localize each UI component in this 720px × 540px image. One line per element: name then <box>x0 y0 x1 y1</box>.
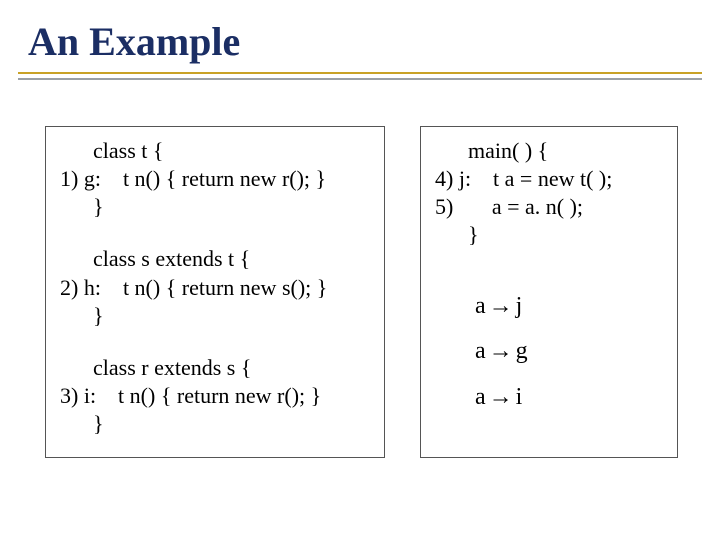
code-line: class s extends t { <box>60 246 250 271</box>
code-line: main( ) { <box>435 138 548 163</box>
main-block: main( ) { 4) j: t a = new t( ); 5) a = a… <box>435 137 663 250</box>
code-line: 5) a = a. n( ); <box>435 194 583 219</box>
slide: An Example class t { 1) g: t n() { retur… <box>0 0 720 540</box>
arrow-row: a→i <box>475 375 663 421</box>
arrow-rhs: j <box>516 293 523 319</box>
arrow-icon: → <box>486 329 516 375</box>
code-line: class r extends s { <box>60 355 251 380</box>
code-line: 4) j: t a = new t( ); <box>435 166 612 191</box>
code-line: } <box>435 222 479 247</box>
left-code-box: class t { 1) g: t n() { return new r(); … <box>45 126 385 458</box>
right-code-box: main( ) { 4) j: t a = new t( ); 5) a = a… <box>420 126 678 458</box>
title-underline-gray <box>18 78 702 80</box>
arrow-rhs: i <box>516 384 523 410</box>
code-line: class t { <box>60 138 163 163</box>
arrow-row: a→j <box>475 284 663 330</box>
code-block-3: class r extends s { 3) i: t n() { return… <box>60 354 370 438</box>
code-block-2: class s extends t { 2) h: t n() { return… <box>60 245 370 329</box>
arrow-rhs: g <box>516 338 528 364</box>
code-line: } <box>60 411 104 436</box>
code-block-1: class t { 1) g: t n() { return new r(); … <box>60 137 370 221</box>
title-underline-gold <box>18 72 702 74</box>
arrow-row: a→g <box>475 329 663 375</box>
page-title: An Example <box>28 18 240 65</box>
code-line: } <box>60 194 104 219</box>
arrow-lhs: a <box>475 338 486 364</box>
arrow-icon: → <box>486 375 516 421</box>
code-line: } <box>60 303 104 328</box>
arrow-lhs: a <box>475 293 486 319</box>
arrow-lhs: a <box>475 384 486 410</box>
code-line: 1) g: t n() { return new r(); } <box>60 166 326 191</box>
code-line: 3) i: t n() { return new r(); } <box>60 383 321 408</box>
code-line: 2) h: t n() { return new s(); } <box>60 275 327 300</box>
arrow-list: a→j a→g a→i <box>435 284 663 421</box>
arrow-icon: → <box>486 284 516 330</box>
